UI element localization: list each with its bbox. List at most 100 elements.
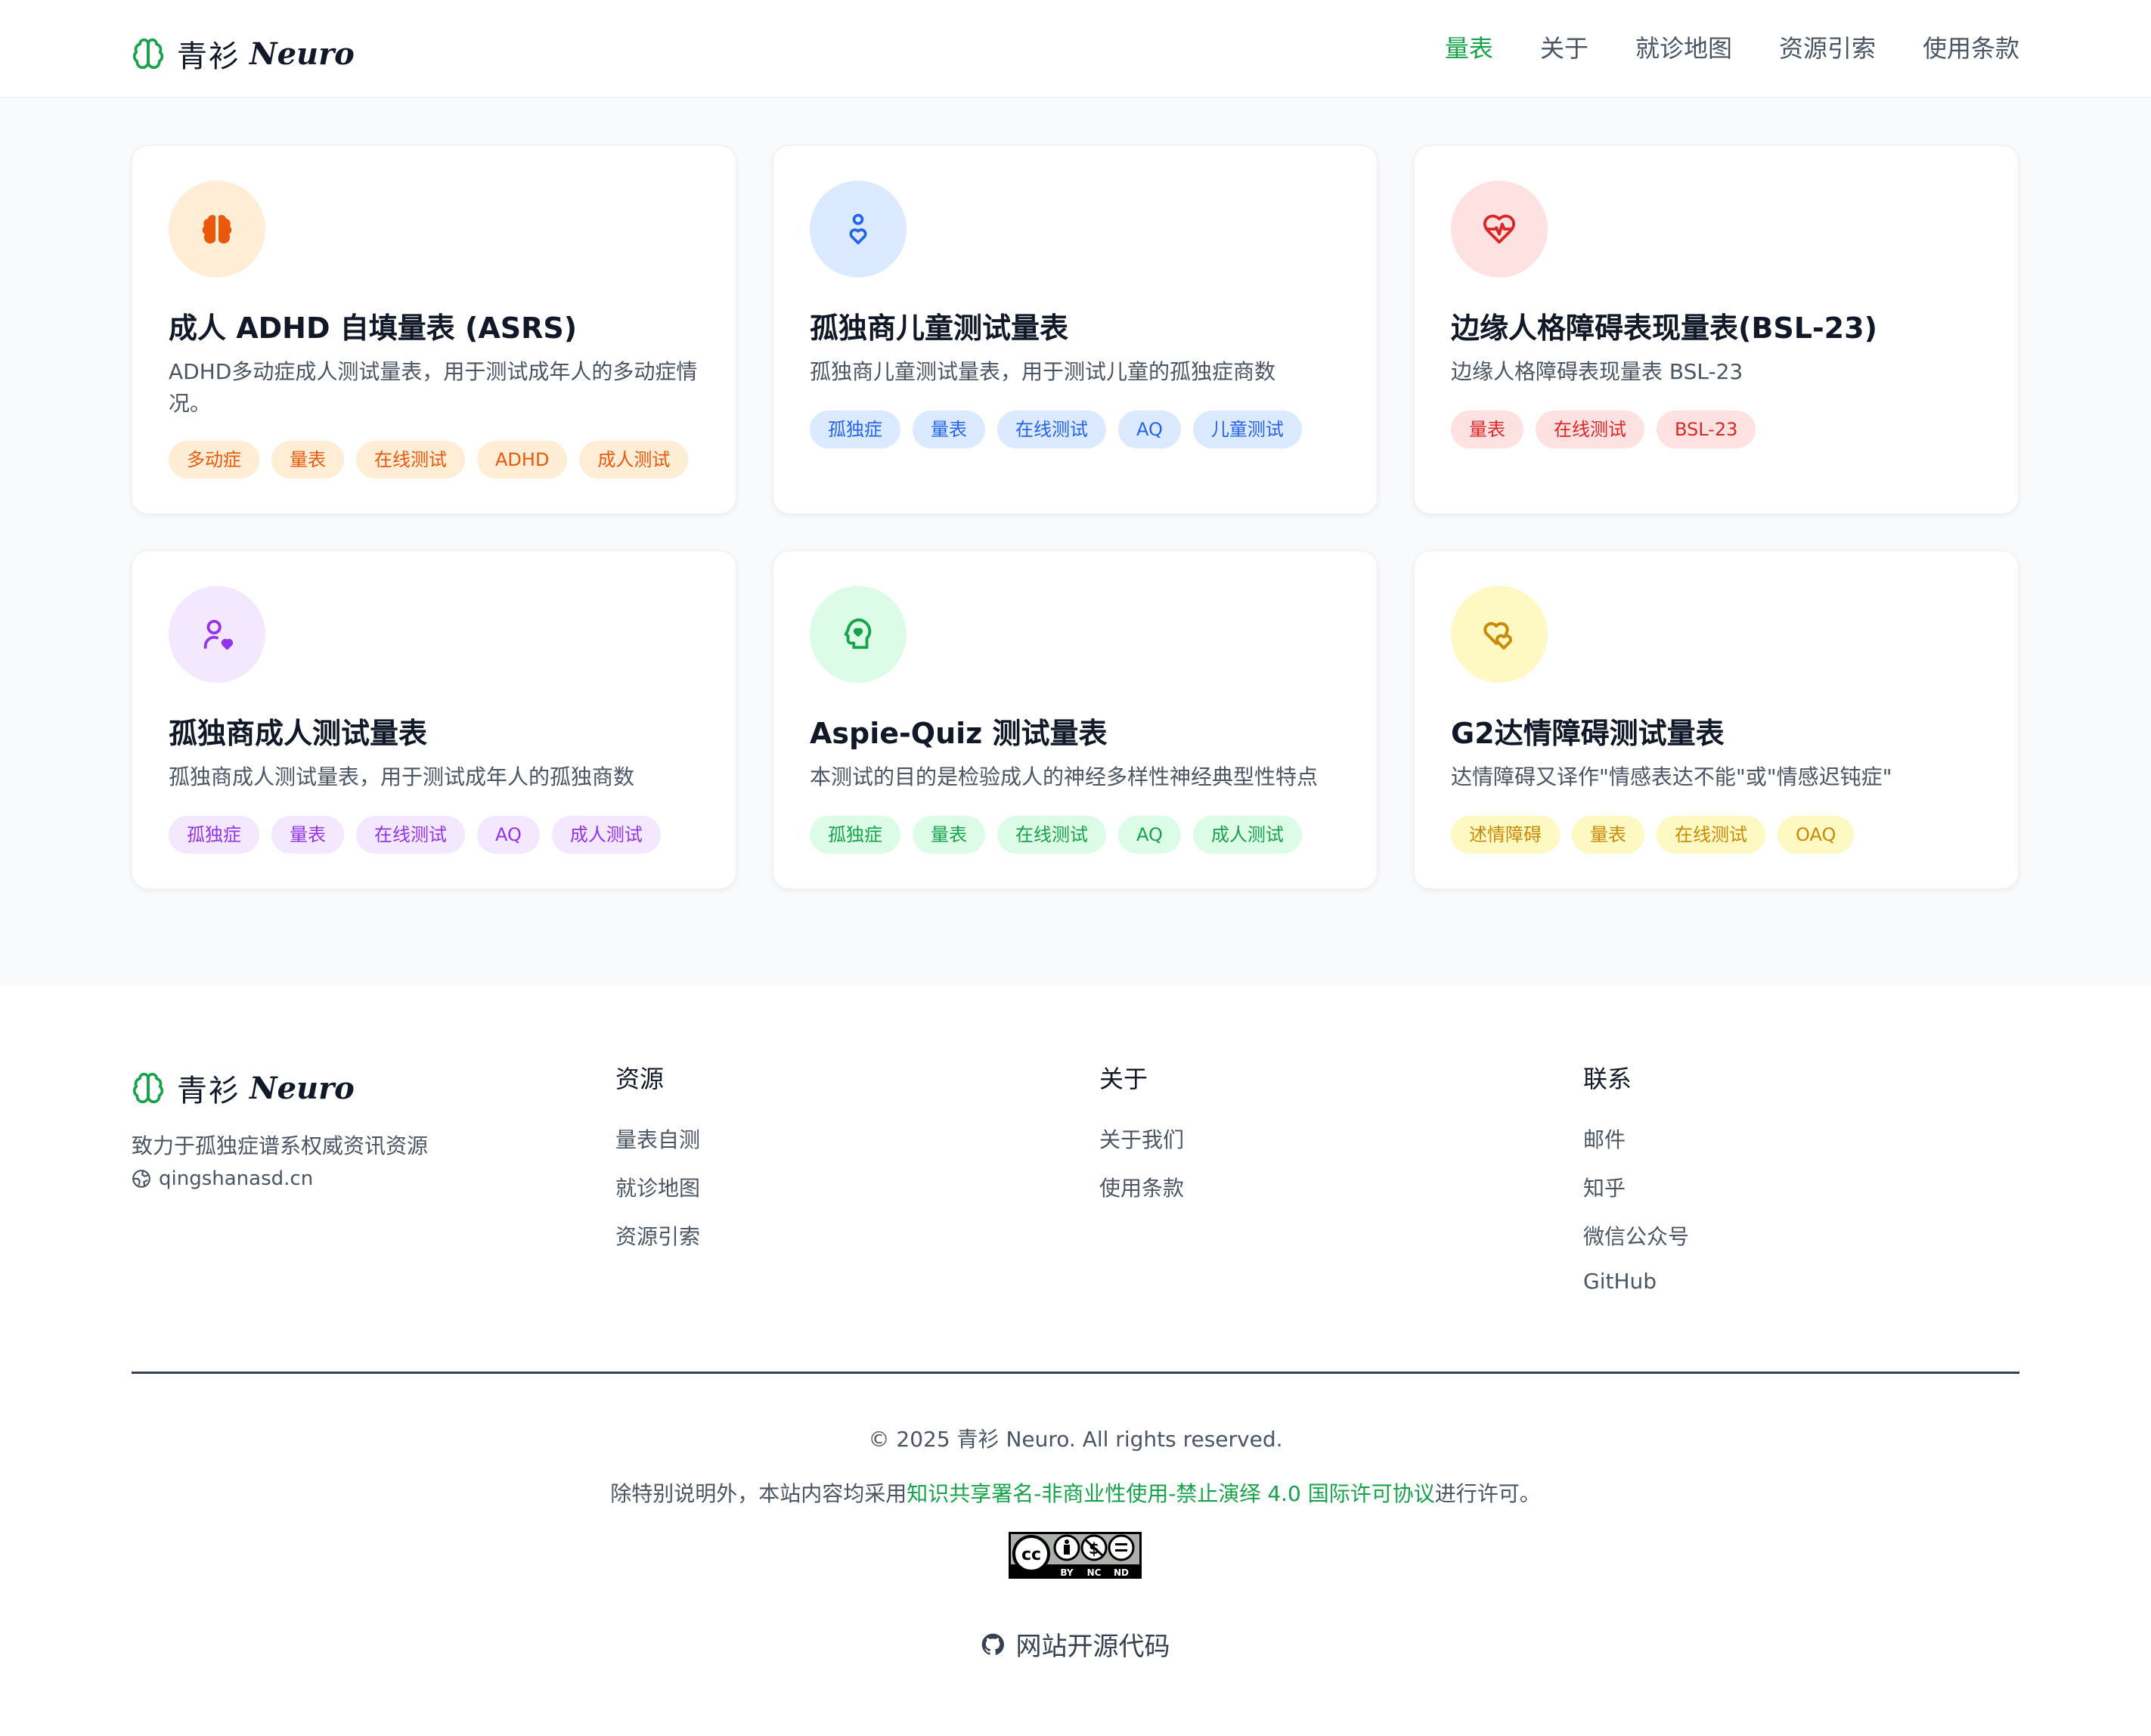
tag[interactable]: AQ (477, 816, 540, 854)
card-tags: 孤独症 量表 在线测试 AQ 儿童测试 (810, 411, 1302, 448)
license-line: 除特别说明外，本站内容均采用知识共享署名-非商业性使用-禁止演绎 4.0 国际许… (0, 1477, 2151, 1508)
website-text: qingshanasd.cn (159, 1167, 314, 1190)
tag[interactable]: 量表 (1572, 816, 1644, 854)
footer-brand-logo[interactable]: 青衫 Neuro (132, 1066, 355, 1110)
tag[interactable]: ADHD (477, 441, 568, 479)
brain-logo-icon (132, 1072, 164, 1104)
tag[interactable]: 量表 (271, 816, 344, 854)
globe-icon (132, 1170, 150, 1188)
tag[interactable]: 在线测试 (356, 441, 465, 479)
tag[interactable]: 儿童测试 (1192, 411, 1302, 448)
scale-card-bsl23[interactable]: 边缘人格障碍表现量表(BSL-23) 边缘人格障碍表现量表 BSL-23 量表 … (1414, 145, 2019, 514)
card-description: 本测试的目的是检验成人的神经多样性神经典型性特点 (810, 764, 1319, 789)
source-code-link[interactable]: 网站开源代码 (981, 1626, 1170, 1663)
main-nav: 量表 关于 就诊地图 资源引索 使用条款 (1445, 29, 2019, 68)
footer-link-email[interactable]: 邮件 (1583, 1124, 1626, 1154)
footer-website[interactable]: qingshanasd.cn (132, 1167, 313, 1190)
tag[interactable]: 多动症 (169, 441, 259, 479)
brain-icon (202, 215, 232, 244)
heart-pulse-icon (1483, 214, 1516, 244)
card-tags: 述情障碍 量表 在线测试 OAQ (1451, 816, 1855, 854)
card-description: ADHD多动症成人测试量表，用于测试成年人的多动症情况。 (169, 359, 698, 416)
user-heart-icon (203, 619, 234, 650)
footer-link-clinic-map[interactable]: 就诊地图 (615, 1172, 700, 1202)
tag[interactable]: 量表 (271, 441, 344, 479)
scale-card-aq-adult[interactable]: 孤独商成人测试量表 孤独商成人测试量表，用于测试成年人的孤独商数 孤独症 量表 … (132, 550, 736, 889)
card-title: 孤独商成人测试量表 (169, 717, 428, 750)
brand-name-en: Neuro (250, 36, 355, 72)
nav-clinic-map[interactable]: 就诊地图 (1635, 29, 1732, 68)
footer-col-title-contact: 联系 (1583, 1065, 1632, 1093)
license-link[interactable]: 知识共享署名-非商业性使用-禁止演绎 4.0 国际许可协议 (907, 1481, 1435, 1506)
nav-resources[interactable]: 资源引索 (1779, 29, 1876, 68)
tag[interactable]: 述情障碍 (1451, 816, 1560, 854)
tag[interactable]: 量表 (1451, 411, 1523, 448)
tag[interactable]: 在线测试 (997, 816, 1106, 854)
scale-card-aspie-quiz[interactable]: Aspie-Quiz 测试量表 本测试的目的是检验成人的神经多样性神经典型性特点… (773, 550, 1378, 889)
head-heart-icon (844, 618, 872, 649)
card-icon-wrap (1451, 586, 1548, 683)
cc-label-nc: NC (1087, 1567, 1102, 1578)
brand-name-en: Neuro (250, 1070, 355, 1106)
tag[interactable]: AQ (1118, 816, 1181, 854)
card-tags: 孤独症 量表 在线测试 AQ 成人测试 (169, 816, 661, 854)
nav-about[interactable]: 关于 (1540, 29, 1588, 68)
tag[interactable]: OAQ (1778, 816, 1855, 854)
scale-card-g2[interactable]: G2达情障碍测试量表 达情障碍又译作"情感表达不能"或"情感迟钝症" 述情障碍 … (1414, 550, 2019, 889)
brand-logo[interactable]: 青衫 Neuro (132, 32, 355, 76)
card-icon-wrap (1451, 181, 1548, 277)
card-title: 成人 ADHD 自填量表 (ASRS) (169, 312, 578, 345)
footer-link-resources[interactable]: 资源引索 (615, 1220, 700, 1251)
card-title: Aspie-Quiz 测试量表 (810, 717, 1108, 750)
card-tags: 孤独症 量表 在线测试 AQ 成人测试 (810, 816, 1302, 854)
card-tags: 多动症 量表 在线测试 ADHD 成人测试 (169, 441, 689, 479)
card-title: 孤独商儿童测试量表 (810, 312, 1069, 345)
footer-col-title-about: 关于 (1099, 1065, 1148, 1093)
card-icon-wrap (169, 181, 265, 277)
scale-card-aq-child[interactable]: 孤独商儿童测试量表 孤独商儿童测试量表，用于测试儿童的孤独症商数 孤独症 量表 … (773, 145, 1378, 514)
footer-link-wechat[interactable]: 微信公众号 (1583, 1220, 1689, 1251)
tag[interactable]: 在线测试 (1536, 411, 1644, 448)
license-suffix: 进行许可。 (1434, 1481, 1541, 1506)
tag[interactable]: BSL-23 (1657, 411, 1756, 448)
copyright-text: © 2025 青衫 Neuro. All rights reserved. (868, 1427, 1283, 1452)
license-prefix: 除特别说明外，本站内容均采用 (610, 1481, 907, 1506)
tag[interactable]: 在线测试 (1657, 816, 1765, 854)
hearts-icon (1483, 622, 1512, 649)
footer-link-about-us[interactable]: 关于我们 (1099, 1124, 1184, 1154)
source-code-row: 网站开源代码 (0, 1626, 2151, 1663)
tag[interactable]: 量表 (913, 816, 985, 854)
card-icon-wrap (810, 586, 907, 683)
tag[interactable]: 孤独症 (169, 816, 259, 854)
person-heart-icon (849, 213, 867, 245)
tag[interactable]: 在线测试 (997, 411, 1106, 448)
tag[interactable]: 量表 (913, 411, 985, 448)
footer-link-scales[interactable]: 量表自测 (615, 1124, 700, 1154)
github-icon (981, 1633, 1004, 1655)
tag[interactable]: 孤独症 (810, 411, 900, 448)
cc-by-nc-nd-badge[interactable]: cc $ BY NC ND (1009, 1532, 1142, 1579)
card-icon-wrap (810, 181, 907, 277)
brand-name-cn: 青衫 (177, 1074, 240, 1108)
nav-scales[interactable]: 量表 (1445, 29, 1493, 68)
scale-card-asrs[interactable]: 成人 ADHD 自填量表 (ASRS) ADHD多动症成人测试量表，用于测试成年… (132, 145, 736, 514)
tag[interactable]: 成人测试 (579, 441, 689, 479)
footer-link-terms[interactable]: 使用条款 (1099, 1172, 1184, 1202)
nav-terms[interactable]: 使用条款 (1923, 29, 2019, 68)
tag[interactable]: 在线测试 (356, 816, 465, 854)
site-footer: 青衫 Neuro 致力于孤独症谱系权威资讯资源 qingshanasd.cn 资… (0, 986, 2151, 1736)
tag[interactable]: AQ (1118, 411, 1181, 448)
tag[interactable]: 成人测试 (1192, 816, 1302, 854)
card-title: 边缘人格障碍表现量表(BSL-23) (1451, 312, 1877, 345)
footer-link-zhihu[interactable]: 知乎 (1583, 1172, 1626, 1202)
footer-col-title-resources: 资源 (615, 1065, 665, 1093)
card-icon-wrap (169, 586, 265, 683)
card-description: 边缘人格障碍表现量表 BSL-23 (1451, 359, 1743, 384)
card-title: G2达情障碍测试量表 (1451, 717, 1725, 750)
tag[interactable]: 孤独症 (810, 816, 900, 854)
tag[interactable]: 成人测试 (551, 816, 661, 854)
footer-divider (132, 1372, 2019, 1374)
svg-text:cc: cc (1021, 1545, 1041, 1564)
source-code-text: 网站开源代码 (1015, 1632, 1170, 1662)
footer-link-github[interactable]: GitHub (1583, 1269, 1657, 1294)
